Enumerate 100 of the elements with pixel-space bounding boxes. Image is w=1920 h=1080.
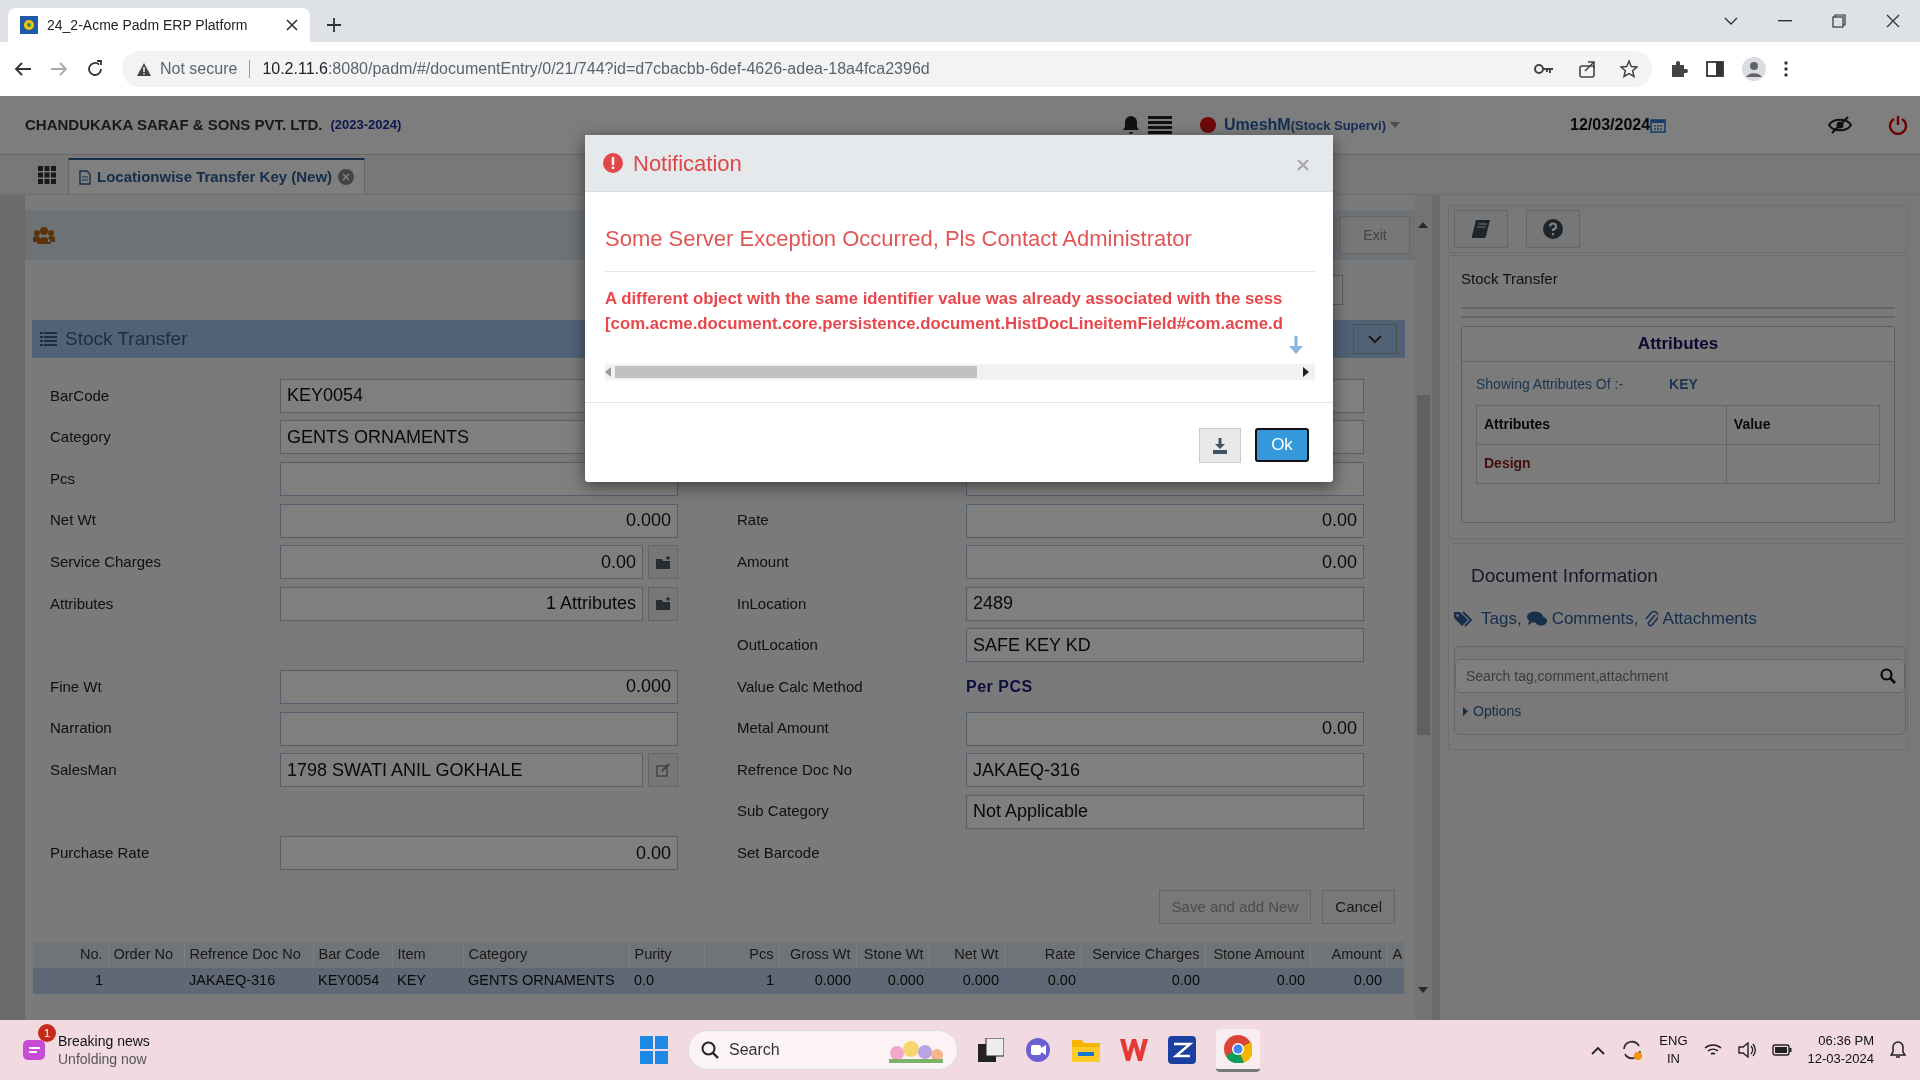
close-circle-icon[interactable] bbox=[338, 169, 355, 185]
input-field[interactable]: 0.00 bbox=[280, 545, 643, 580]
document-tab[interactable]: Locationwise Transfer Key (New) bbox=[68, 158, 366, 194]
input-field[interactable]: Not Applicable bbox=[966, 794, 1364, 829]
ok-button[interactable]: Ok bbox=[1255, 428, 1309, 462]
reload-icon[interactable] bbox=[86, 60, 104, 78]
new-tab-icon[interactable] bbox=[326, 17, 342, 33]
field-label: SalesMan bbox=[50, 759, 118, 780]
book-button[interactable] bbox=[1454, 210, 1508, 248]
document-link[interactable]: Attachments bbox=[1662, 606, 1758, 632]
table-cell: 0.00 bbox=[1081, 968, 1205, 995]
column-header[interactable]: Amount bbox=[1310, 942, 1387, 969]
input-field[interactable]: 0.00 bbox=[280, 836, 678, 871]
eye-slash-icon[interactable] bbox=[1828, 116, 1852, 134]
security-label[interactable]: Not secure bbox=[160, 57, 238, 81]
input-field[interactable]: 0.000 bbox=[280, 503, 678, 538]
chevron-down-icon[interactable] bbox=[1724, 16, 1738, 26]
puzzle-icon[interactable] bbox=[1670, 60, 1688, 78]
video-chat-icon[interactable] bbox=[1024, 1036, 1052, 1064]
folder-button[interactable] bbox=[648, 545, 678, 580]
folder-icon[interactable] bbox=[1072, 1038, 1100, 1062]
document-link[interactable]: Tags, bbox=[1481, 606, 1522, 632]
bell-icon[interactable] bbox=[1121, 115, 1140, 135]
close-icon[interactable] bbox=[286, 19, 298, 31]
column-header[interactable]: Stone Wt bbox=[856, 942, 929, 969]
search-field[interactable]: Search tag,comment,attachment bbox=[1455, 658, 1905, 693]
input-field[interactable]: JAKAEQ-316 bbox=[966, 753, 1364, 788]
speaker-icon[interactable] bbox=[1737, 1042, 1756, 1058]
scroll-down-arrow-icon[interactable] bbox=[1418, 987, 1428, 993]
kebab-menu-icon[interactable] bbox=[1784, 61, 1788, 77]
column-header[interactable]: Refrence Doc No bbox=[184, 942, 313, 969]
input-field[interactable]: 0.00 bbox=[966, 503, 1364, 538]
paperclip-icon[interactable] bbox=[1643, 609, 1658, 628]
restore-icon[interactable] bbox=[1832, 14, 1846, 28]
close-icon[interactable] bbox=[1886, 14, 1900, 28]
wifi-icon[interactable] bbox=[1703, 1043, 1722, 1057]
down-arrow-icon bbox=[1289, 336, 1303, 354]
comments-icon[interactable] bbox=[1526, 610, 1547, 627]
power-icon[interactable] bbox=[1888, 115, 1908, 135]
caret-right-icon[interactable] bbox=[1463, 706, 1468, 716]
column-header[interactable]: Rate bbox=[1004, 942, 1081, 969]
column-header[interactable]: No. bbox=[33, 942, 108, 969]
collapse-dropdown[interactable] bbox=[1353, 324, 1397, 354]
input-field[interactable]: 1 Attributes bbox=[280, 586, 643, 621]
back-arrow-icon[interactable] bbox=[14, 61, 32, 77]
input-field[interactable]: 0.000 bbox=[280, 669, 678, 704]
url-text[interactable]: 10.2.11.6:8080/padm/#/documentEntry/0/21/744?id=d7cbacbb-6def-4626-adea-18a4fca2396d bbox=[262, 57, 930, 81]
notification-bell-icon[interactable] bbox=[1890, 1041, 1906, 1059]
language-indicator[interactable]: ENG IN bbox=[1659, 1032, 1688, 1068]
status-dot-icon bbox=[1199, 117, 1216, 133]
task-view-icon[interactable] bbox=[978, 1038, 1004, 1062]
folder-button[interactable] bbox=[648, 586, 678, 621]
input-field[interactable] bbox=[280, 711, 678, 746]
input-field[interactable]: 1798 SWATI ANIL GOKHALE bbox=[280, 753, 643, 788]
help-button[interactable] bbox=[1526, 210, 1580, 248]
column-header[interactable]: Pcs bbox=[704, 942, 779, 969]
column-header[interactable]: Gross Wt bbox=[779, 942, 856, 969]
horizontal-scrollbar[interactable] bbox=[605, 364, 1315, 380]
clock[interactable]: 06:36 PM 12-03-2024 bbox=[1807, 1032, 1874, 1068]
app-icon[interactable] bbox=[1168, 1036, 1196, 1064]
column-header[interactable]: Item bbox=[392, 942, 463, 969]
battery-icon[interactable] bbox=[1771, 1043, 1792, 1057]
star-icon[interactable] bbox=[1620, 60, 1638, 78]
taskbar-search[interactable]: Search bbox=[688, 1030, 958, 1070]
options-toggle[interactable]: Options bbox=[1473, 700, 1522, 722]
browser-taskbar-button[interactable] bbox=[1216, 1028, 1260, 1072]
news-widget-icon[interactable] bbox=[22, 1037, 48, 1063]
column-header[interactable]: Category bbox=[463, 942, 629, 969]
column-header[interactable]: Purity bbox=[629, 942, 704, 969]
input-field[interactable]: 0.00 bbox=[966, 545, 1364, 580]
column-header[interactable]: Stone Amount bbox=[1205, 942, 1310, 969]
list-icon[interactable] bbox=[1147, 116, 1172, 134]
share-icon[interactable] bbox=[1578, 60, 1596, 78]
calendar-icon[interactable] bbox=[1650, 117, 1667, 133]
download-button[interactable] bbox=[1199, 428, 1241, 463]
input-field[interactable]: 0.00 bbox=[966, 711, 1364, 746]
notification-badge: 1 bbox=[38, 1024, 56, 1042]
input-field[interactable]: SAFE KEY KD bbox=[966, 628, 1364, 663]
column-header[interactable]: Service Charges bbox=[1081, 942, 1205, 969]
form-button[interactable]: Cancel bbox=[1322, 890, 1395, 925]
input-field[interactable]: 2489 bbox=[966, 586, 1364, 621]
windows-start-icon[interactable] bbox=[640, 1036, 668, 1064]
column-header[interactable]: Order No bbox=[108, 942, 184, 969]
minimize-icon[interactable] bbox=[1778, 20, 1792, 22]
column-header[interactable]: Bar Code bbox=[313, 942, 392, 969]
document-link[interactable]: Comments, bbox=[1551, 606, 1639, 632]
scroll-up-arrow-icon[interactable] bbox=[1418, 222, 1428, 228]
sync-icon[interactable] bbox=[1621, 1039, 1644, 1061]
chevron-up-icon[interactable] bbox=[1591, 1045, 1606, 1055]
sidebar-icon[interactable] bbox=[1706, 61, 1724, 77]
w-logo-icon[interactable] bbox=[1120, 1037, 1148, 1063]
profile-icon[interactable] bbox=[1742, 57, 1766, 81]
column-header[interactable]: Net Wt bbox=[929, 942, 1004, 969]
key-icon[interactable] bbox=[1534, 63, 1554, 75]
app-grid-icon[interactable] bbox=[38, 166, 56, 184]
search-icon[interactable] bbox=[1880, 667, 1896, 684]
user-menu[interactable]: UmeshM(Stock Supervi) bbox=[1223, 113, 1386, 137]
news-title[interactable]: Breaking news bbox=[58, 1032, 150, 1050]
browser-tab[interactable]: 24_2-Acme Padm ERP Platform bbox=[8, 8, 310, 42]
field-label: Set Barcode bbox=[737, 843, 821, 864]
